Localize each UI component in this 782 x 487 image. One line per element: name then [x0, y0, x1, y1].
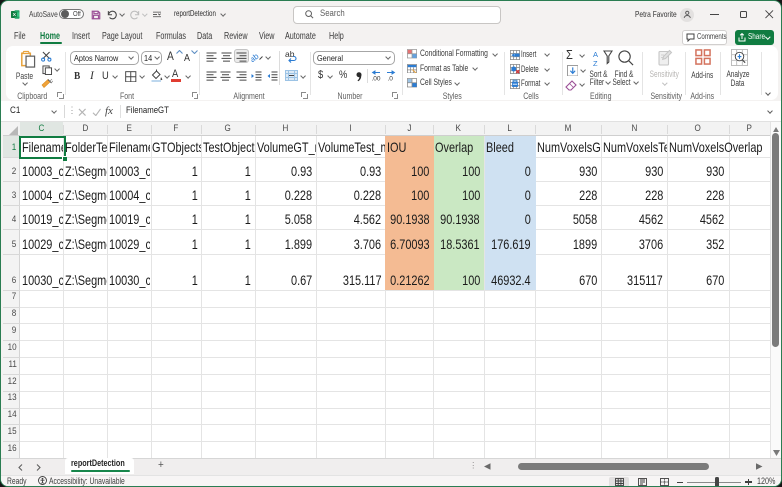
- svg-text:.00: .00: [372, 75, 381, 82]
- svg-text:ab: ab: [251, 51, 261, 62]
- svg-text:.0: .0: [387, 75, 393, 82]
- svg-text:ab: ab: [285, 50, 295, 59]
- svg-text:A: A: [593, 50, 598, 59]
- svg-text:Z: Z: [593, 59, 598, 67]
